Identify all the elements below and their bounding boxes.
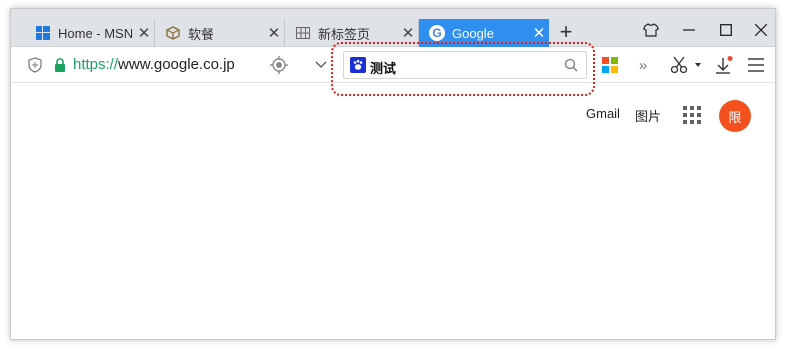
browser-window: Home - MSN ✕ 软餐 ✕ 新标签页 ✕ G Google ✕ + ht… <box>10 8 776 340</box>
google-apps-icon[interactable] <box>683 106 701 124</box>
skin-shirt-icon[interactable] <box>633 17 669 43</box>
search-query: 测试 <box>370 61 397 76</box>
locate-target-icon[interactable] <box>269 55 289 75</box>
close-tab-icon[interactable]: ✕ <box>264 24 284 42</box>
avatar[interactable]: 限 <box>719 100 751 132</box>
close-tab-icon[interactable]: ✕ <box>134 24 154 42</box>
address-toolbar: https://www.google.co.jp 测试 » <box>11 47 775 83</box>
svg-text:G: G <box>432 26 441 40</box>
windows-logo-icon <box>35 25 51 41</box>
search-icon[interactable] <box>564 58 578 77</box>
menu-icon[interactable] <box>747 56 765 74</box>
tab-strip: Home - MSN ✕ 软餐 ✕ 新标签页 ✕ G Google ✕ + <box>11 9 775 47</box>
tab-new-tab[interactable]: 新标签页 ✕ <box>285 19 419 47</box>
maximize-icon[interactable] <box>708 17 744 43</box>
caret-down-icon[interactable] <box>693 60 703 70</box>
new-tab-button[interactable]: + <box>554 21 578 45</box>
tab-ruancan[interactable]: 软餐 ✕ <box>155 19 285 47</box>
tab-title: Google <box>452 25 494 41</box>
shield-icon[interactable] <box>27 57 43 73</box>
url-host: www.google.co.jp <box>118 56 235 73</box>
close-window-icon[interactable] <box>743 17 775 43</box>
close-tab-icon[interactable]: ✕ <box>398 24 418 42</box>
tab-google[interactable]: G Google ✕ <box>419 19 549 47</box>
lock-icon[interactable] <box>53 57 67 73</box>
tab-title: 软餐 <box>188 26 215 42</box>
minimize-icon[interactable] <box>671 17 707 43</box>
tab-title: 新标签页 <box>318 26 371 42</box>
grid-icon <box>295 25 311 41</box>
chevron-down-icon[interactable] <box>313 57 329 73</box>
gmail-link[interactable]: Gmail <box>586 106 620 121</box>
download-icon[interactable] <box>713 54 735 76</box>
page-content: Gmail 图片 限 <box>11 84 775 339</box>
address-url[interactable]: https://www.google.co.jp <box>73 56 235 73</box>
google-g-icon: G <box>429 25 445 41</box>
tab-msn[interactable]: Home - MSN ✕ <box>25 19 155 47</box>
search-input[interactable]: 测试 <box>343 51 587 79</box>
url-protocol: https:// <box>73 56 119 73</box>
tab-title: Home - MSN <box>58 25 134 41</box>
scissors-icon[interactable] <box>669 55 689 75</box>
images-link[interactable]: 图片 <box>635 106 661 125</box>
close-tab-icon[interactable]: ✕ <box>529 24 549 42</box>
baidu-paw-icon[interactable] <box>350 57 366 73</box>
overflow-chevron-icon[interactable]: » <box>635 56 651 74</box>
package-icon <box>165 25 181 41</box>
apps-tiles-icon[interactable] <box>601 56 619 74</box>
